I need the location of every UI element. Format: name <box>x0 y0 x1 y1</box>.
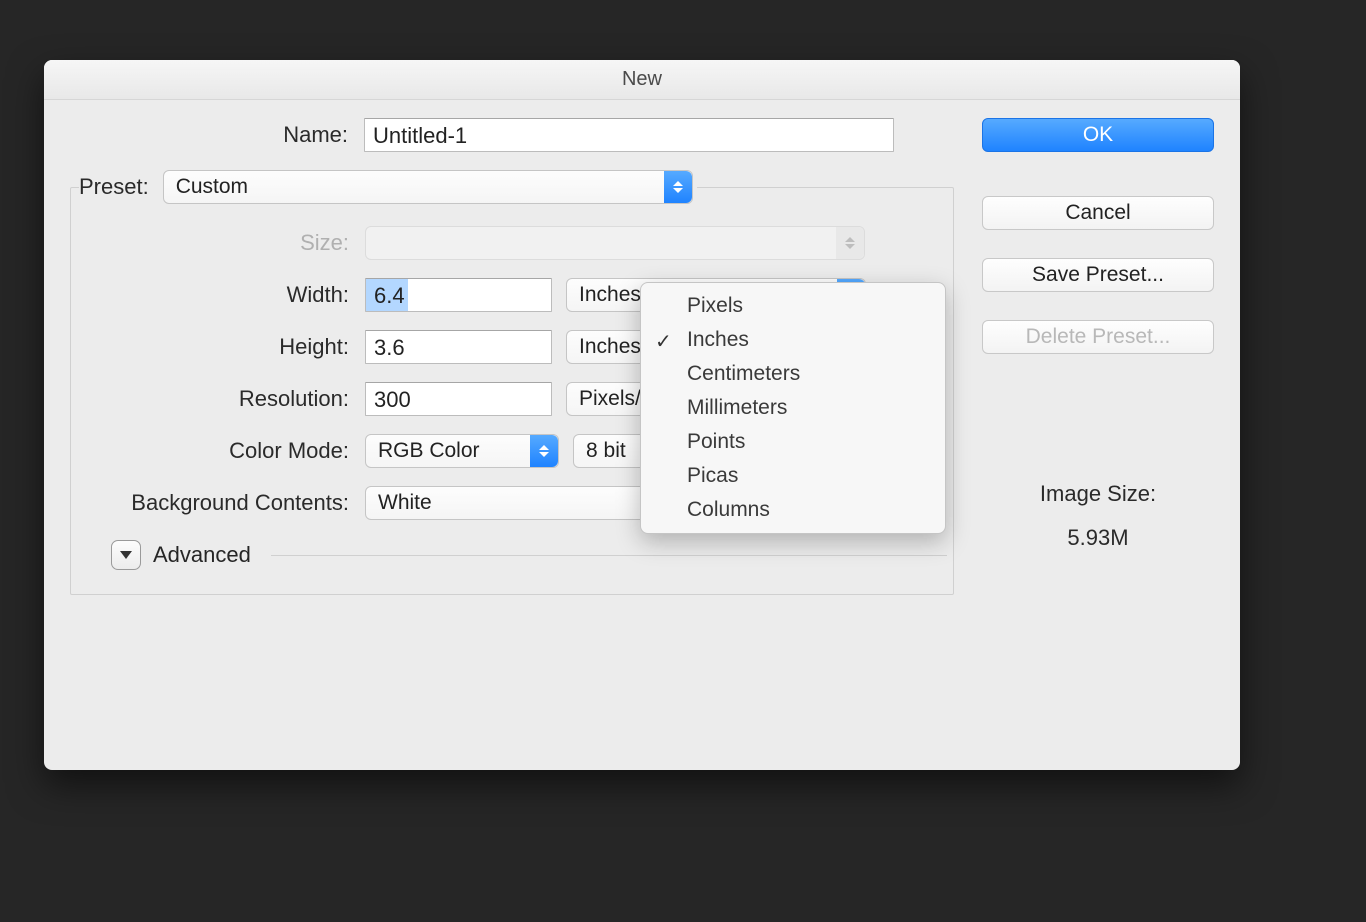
unit-option-label: Columns <box>687 498 770 522</box>
background-value: White <box>378 491 432 515</box>
size-select <box>365 226 865 260</box>
name-label: Name: <box>70 122 364 148</box>
name-value: Untitled-1 <box>373 123 467 148</box>
unit-option-millimeters[interactable]: Millimeters <box>641 391 945 425</box>
chevron-down-icon <box>119 550 133 560</box>
height-label: Height: <box>71 334 365 360</box>
cancel-button[interactable]: Cancel <box>982 196 1214 230</box>
stepper-icon <box>530 435 558 467</box>
background-label: Background Contents: <box>71 490 365 516</box>
color-mode-label: Color Mode: <box>71 438 365 464</box>
image-size-value: 5.93M <box>982 525 1214 551</box>
ok-label: OK <box>1083 123 1113 147</box>
unit-option-centimeters[interactable]: Centimeters <box>641 357 945 391</box>
delete-preset-button: Delete Preset... <box>982 320 1214 354</box>
dialog-title: New <box>44 60 1240 100</box>
save-preset-label: Save Preset... <box>1032 263 1164 287</box>
image-size-readout: Image Size: 5.93M <box>982 481 1214 595</box>
resolution-value: 300 <box>374 387 411 412</box>
save-preset-button[interactable]: Save Preset... <box>982 258 1214 292</box>
preset-label: Preset: <box>79 174 149 200</box>
advanced-label: Advanced <box>153 542 251 568</box>
unit-option-label: Pixels <box>687 294 743 318</box>
resolution-input[interactable]: 300 <box>365 382 552 416</box>
unit-option-label: Inches <box>687 328 749 352</box>
name-input[interactable]: Untitled-1 <box>364 118 894 152</box>
unit-option-pixels[interactable]: Pixels <box>641 289 945 323</box>
unit-option-columns[interactable]: Columns <box>641 493 945 527</box>
check-icon: ✓ <box>655 329 672 354</box>
height-value: 3.6 <box>374 335 405 360</box>
preset-value: Custom <box>176 175 248 199</box>
delete-preset-label: Delete Preset... <box>1026 325 1171 349</box>
resolution-label: Resolution: <box>71 386 365 412</box>
unit-option-label: Picas <box>687 464 738 488</box>
divider <box>271 555 947 556</box>
width-unit-menu[interactable]: Pixels ✓ Inches Centimeters Millimeters Point… <box>640 282 946 534</box>
cancel-label: Cancel <box>1065 201 1130 225</box>
unit-option-label: Points <box>687 430 745 454</box>
ok-button[interactable]: OK <box>982 118 1214 152</box>
unit-option-label: Centimeters <box>687 362 800 386</box>
unit-option-inches[interactable]: ✓ Inches <box>641 323 945 357</box>
width-value: 6.4 <box>374 283 405 308</box>
width-unit-value: Inches <box>579 283 641 307</box>
advanced-disclosure[interactable] <box>111 540 141 570</box>
stepper-icon <box>664 171 692 203</box>
unit-option-label: Millimeters <box>687 396 787 420</box>
new-document-dialog: New Name: Untitled-1 Preset: Custom <box>44 60 1240 770</box>
color-mode-select[interactable]: RGB Color <box>365 434 559 468</box>
width-input[interactable]: 6.4 <box>365 278 552 312</box>
image-size-label: Image Size: <box>982 481 1214 507</box>
color-depth-value: 8 bit <box>586 439 626 463</box>
stepper-icon <box>836 227 864 259</box>
height-input[interactable]: 3.6 <box>365 330 552 364</box>
unit-option-points[interactable]: Points <box>641 425 945 459</box>
width-label: Width: <box>71 282 365 308</box>
preset-select[interactable]: Custom <box>163 170 693 204</box>
unit-option-picas[interactable]: Picas <box>641 459 945 493</box>
size-label: Size: <box>71 230 365 256</box>
height-unit-value: Inches <box>579 335 641 359</box>
color-mode-value: RGB Color <box>378 439 480 463</box>
